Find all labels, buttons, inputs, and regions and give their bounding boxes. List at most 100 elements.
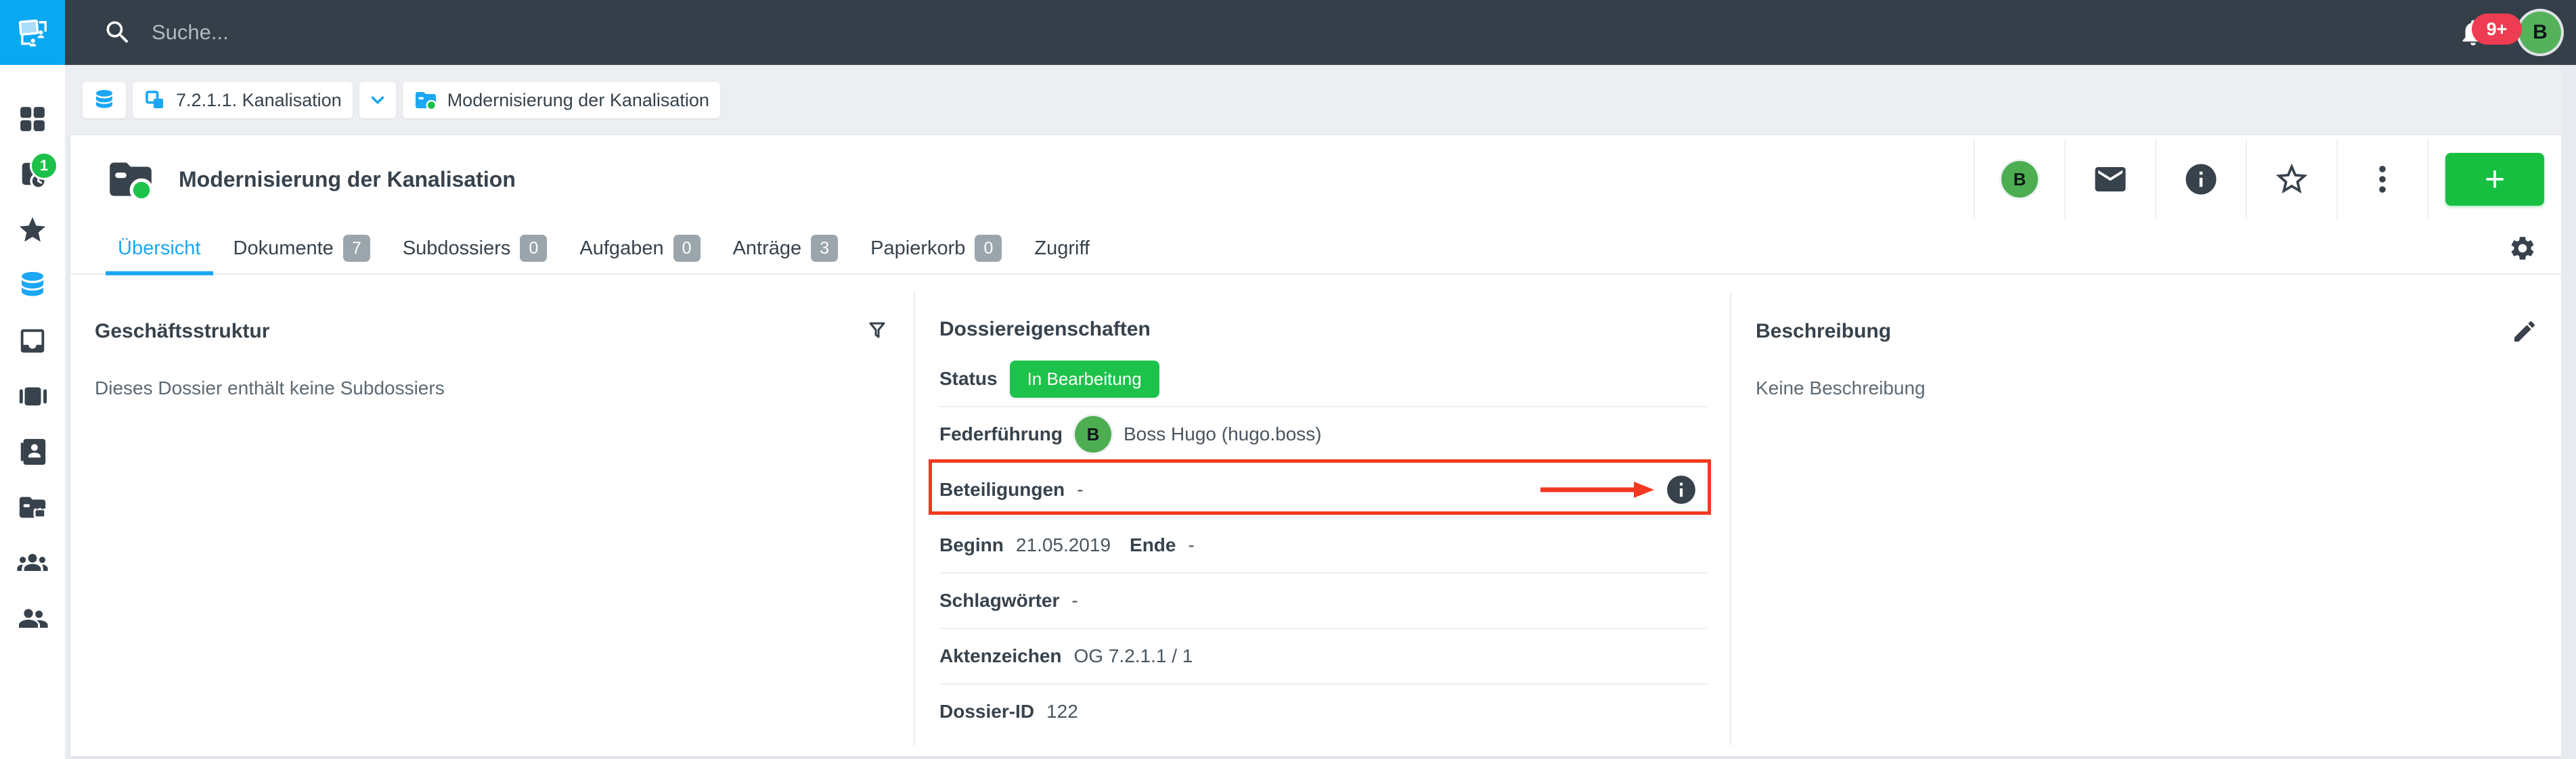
property-value: - — [1077, 479, 1083, 501]
annotation-arrow — [1539, 480, 1656, 499]
breadcrumb-item-dossier[interactable]: Modernisierung der Kanalisation — [403, 82, 720, 118]
property-value: 21.05.2019 — [1016, 534, 1111, 556]
property-label: Ende — [1130, 534, 1176, 556]
chevron-down-icon — [368, 90, 388, 110]
inbox-icon — [17, 325, 48, 356]
info-icon — [1664, 473, 1698, 507]
pending-count-badge: 1 — [30, 152, 58, 180]
participations-info-button[interactable] — [1664, 472, 1699, 507]
tab-count-badge: 7 — [343, 235, 370, 262]
owner-avatar-action[interactable]: B — [1974, 139, 2064, 220]
tab-label: Dokumente — [234, 237, 334, 260]
sidebar-item-favorites[interactable] — [16, 214, 49, 246]
property-label: Dossier-ID — [939, 701, 1034, 722]
database-icon — [92, 88, 116, 112]
tab-count-badge: 0 — [520, 235, 547, 262]
send-mail-button[interactable] — [2064, 139, 2155, 220]
tab-aufgaben[interactable]: Aufgaben 0 — [567, 223, 712, 274]
filter-button[interactable] — [864, 318, 891, 345]
property-label: Beginn — [939, 534, 1004, 556]
breadcrumb-item-structure[interactable]: 7.2.1.1. Kanalisation — [133, 82, 353, 118]
folder-lock-icon — [17, 492, 48, 523]
tab-subdossiers[interactable]: Subdossiers 0 — [391, 223, 560, 274]
sidebar: 1 — [0, 65, 65, 759]
info-icon — [2183, 161, 2219, 198]
more-vert-icon — [2365, 162, 2400, 197]
sidebar-item-inbox[interactable] — [16, 325, 49, 357]
search-input[interactable] — [150, 20, 965, 45]
property-label: Status — [939, 368, 998, 390]
property-row-aktenzeichen: Aktenzeichen OG 7.2.1.1 / 1 — [939, 629, 1707, 685]
tab-dokumente[interactable]: Dokumente 7 — [221, 223, 382, 274]
tab-label: Übersicht — [118, 237, 201, 260]
description-empty-text: Keine Beschreibung — [1756, 377, 2538, 399]
search-icon — [103, 18, 133, 47]
add-action-area: + — [2427, 139, 2561, 220]
tab-uebersicht[interactable]: Übersicht — [106, 223, 213, 274]
edit-description-button[interactable] — [2511, 318, 2538, 345]
dossier-card: Modernisierung der Kanalisation B — [70, 135, 2561, 756]
add-button[interactable]: + — [2445, 153, 2544, 206]
database-icon — [16, 269, 49, 302]
sidebar-item-data[interactable] — [16, 269, 49, 302]
star-outline-icon — [2273, 160, 2311, 198]
people-icon — [16, 602, 49, 635]
property-value: 122 — [1046, 701, 1078, 722]
app-logo[interactable] — [0, 0, 65, 65]
header-actions: B + — [1974, 139, 2561, 220]
tab-label: Subdossiers — [403, 237, 511, 260]
mail-icon — [2092, 161, 2129, 198]
notifications-button[interactable]: 9+ — [2456, 12, 2491, 53]
structure-empty-text: Dieses Dossier enthält keine Subdossiers — [95, 377, 891, 399]
topbar: 9+ B — [0, 0, 2576, 65]
tab-antraege[interactable]: Anträge 3 — [721, 223, 851, 274]
property-label: Aktenzeichen — [939, 645, 1062, 667]
sidebar-item-contacts[interactable] — [16, 436, 49, 468]
tab-settings-button[interactable] — [2508, 234, 2537, 262]
scrollbar-track[interactable] — [2561, 65, 2576, 759]
page-title: Modernisierung der Kanalisation — [179, 167, 516, 192]
tab-count-badge: 3 — [811, 235, 838, 262]
user-avatar[interactable]: B — [2519, 12, 2561, 53]
groups-icon — [16, 547, 49, 579]
breadcrumb-expand-button[interactable] — [359, 82, 396, 118]
status-badge: In Bearbeitung — [1010, 361, 1159, 398]
recent-actors-icon — [17, 381, 48, 412]
property-value: - — [1071, 590, 1078, 612]
sidebar-item-dashboard[interactable] — [16, 103, 49, 135]
dossier-header: Modernisierung der Kanalisation B — [70, 135, 2561, 223]
panel-title: Geschäftsstruktur — [95, 320, 269, 343]
notification-count-badge: 9+ — [2472, 14, 2522, 45]
panel-dossiereigenschaften: Dossiereigenschaften Status In Bearbeitu… — [915, 275, 1730, 756]
sidebar-item-users[interactable] — [16, 602, 49, 635]
tab-label: Zugriff — [1034, 237, 1090, 260]
tab-papierkorb[interactable]: Papierkorb 0 — [858, 223, 1014, 274]
sidebar-item-cards[interactable] — [16, 380, 49, 413]
app-logo-icon — [10, 10, 55, 55]
property-label: Beteiligungen — [939, 479, 1065, 501]
more-menu-button[interactable] — [2336, 139, 2427, 220]
property-row-beteiligungen: Beteiligungen - — [939, 463, 1707, 518]
sidebar-item-groups[interactable] — [16, 547, 49, 579]
sidebar-item-records[interactable] — [16, 491, 49, 524]
star-icon — [17, 214, 48, 246]
property-label: Schlagwörter — [939, 590, 1059, 612]
filter-icon — [864, 318, 891, 345]
property-row-status: Status In Bearbeitung — [939, 352, 1707, 407]
panel-title: Dossiereigenschaften — [939, 318, 1151, 341]
breadcrumb: 7.2.1.1. Kanalisation Modernisierung der… — [65, 65, 2576, 135]
breadcrumb-dossier-label: Modernisierung der Kanalisation — [447, 90, 709, 111]
gear-icon — [2508, 234, 2537, 262]
tab-label: Papierkorb — [870, 237, 965, 260]
sitemap-icon — [143, 89, 166, 112]
property-row-federfuehrung: Federführung B Boss Hugo (hugo.boss) — [939, 407, 1707, 463]
favorite-button[interactable] — [2246, 139, 2336, 220]
sidebar-item-pending-tasks[interactable]: 1 — [16, 158, 49, 191]
tab-label: Anträge — [733, 237, 802, 260]
info-button[interactable] — [2155, 139, 2246, 220]
breadcrumb-root-data[interactable] — [83, 82, 126, 118]
tab-zugriff[interactable]: Zugriff — [1022, 223, 1102, 274]
property-label: Federführung — [939, 423, 1063, 445]
panel-geschaeftsstruktur: Geschäftsstruktur Dieses Dossier enthält… — [70, 275, 914, 756]
folder-open-dossier-icon — [106, 154, 156, 204]
